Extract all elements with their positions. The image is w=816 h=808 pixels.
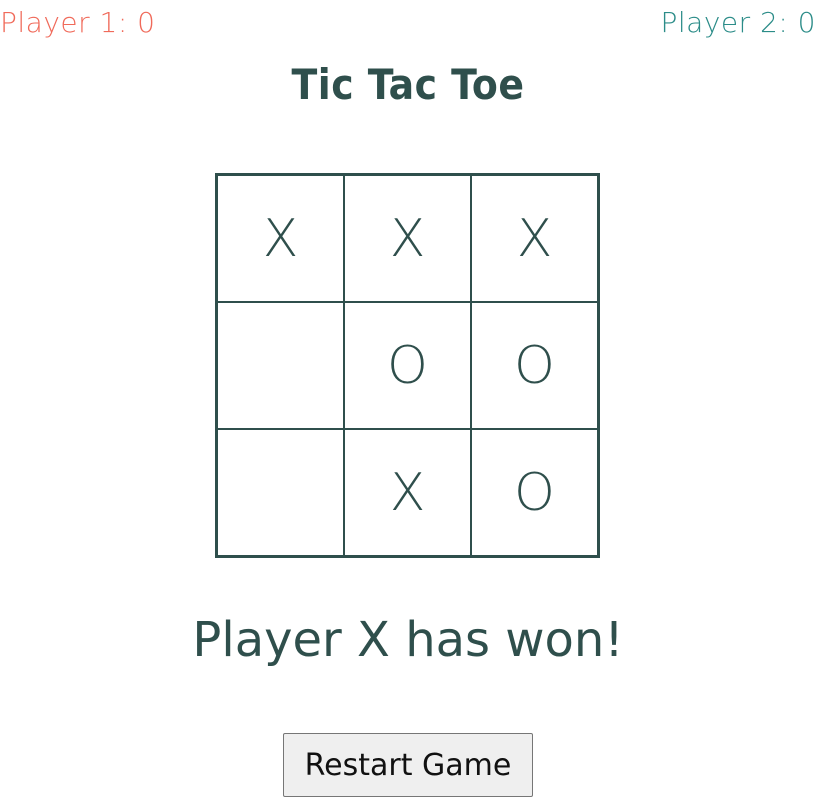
board-cell[interactable]	[216, 428, 345, 557]
board-cell[interactable]: O	[470, 301, 599, 430]
player-1-score: Player 1: 0	[0, 6, 156, 39]
game-status: Player X has won!	[192, 612, 624, 668]
board-cell[interactable]: O	[343, 301, 472, 430]
board-cell[interactable]: X	[216, 174, 345, 303]
board-cell[interactable]: X	[343, 174, 472, 303]
page-title: Tic Tac Toe	[291, 60, 525, 109]
board-cell[interactable]: O	[470, 428, 599, 557]
player-2-score: Player 2: 0	[660, 6, 816, 39]
game-board: X X X O O X O	[215, 173, 600, 558]
restart-game-button[interactable]: Restart Game	[283, 733, 533, 797]
board-cell[interactable]: X	[470, 174, 599, 303]
board-cell[interactable]: X	[343, 428, 472, 557]
board-cell[interactable]	[216, 301, 345, 430]
